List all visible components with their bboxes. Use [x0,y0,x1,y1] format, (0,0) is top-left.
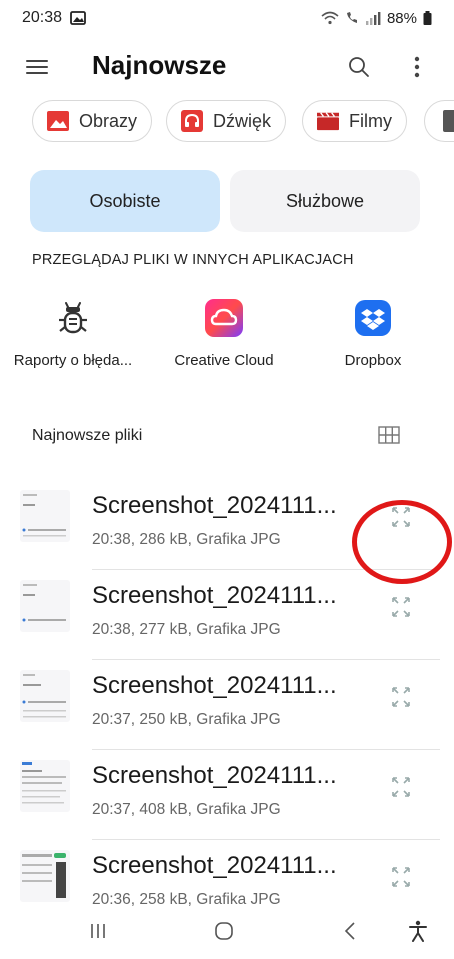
file-meta: 20:37, 408 kB, Grafika JPG [92,801,281,818]
accessibility-icon [409,920,427,942]
browse-section-title: PRZEGLĄDAJ PLIKI W INNYCH APLIKACJACH [32,252,354,268]
file-name: Screenshot_2024111... [92,672,337,699]
recent-files-title: Najnowsze pliki [32,427,143,444]
app-bar: Najnowsze [0,40,454,96]
app-creative-cloud[interactable]: Creative Cloud [149,292,299,382]
chip-audio[interactable]: Dźwięk [166,100,287,142]
clapperboard-icon [317,110,339,132]
app-label: Raporty o błęda... [13,352,133,369]
file-row[interactable]: Screenshot_2024111... 20:37, 250 kB, Gra… [0,660,454,750]
expand-button[interactable] [386,592,416,622]
status-time: 20:38 [22,9,63,26]
accessibility-button[interactable] [398,916,438,946]
file-thumbnail [20,850,70,902]
app-label: Creative Cloud [174,352,274,369]
file-name: Screenshot_2024111... [92,762,337,789]
call-icon [345,11,359,25]
expand-button[interactable] [386,502,416,532]
wifi-icon [321,11,339,25]
hamburger-icon [26,60,48,74]
grid-view-button[interactable] [376,424,402,446]
file-row[interactable]: Screenshot_2024111... 20:38, 277 kB, Gra… [0,570,454,660]
signal-icon [365,11,381,25]
file-thumbnail [20,490,70,542]
status-right: 88% [321,10,432,27]
storage-tabs: Osobiste Służbowe [30,170,422,232]
expand-icon [392,777,410,797]
expand-button[interactable] [386,772,416,802]
status-left: 20:38 [22,9,86,27]
search-icon [349,57,369,77]
back-button[interactable] [330,916,370,946]
chip-label: Dźwięk [213,110,272,131]
expand-icon [392,597,410,617]
file-meta: 20:38, 286 kB, Grafika JPG [92,531,281,548]
document-icon [439,110,454,132]
chip-more[interactable] [424,100,454,142]
back-icon [344,922,355,940]
app-label: Dropbox [344,352,402,369]
expand-icon [392,867,410,887]
battery-level: 88% [386,9,417,27]
home-button[interactable] [204,916,244,946]
expand-button[interactable] [386,862,416,892]
bug-icon [53,298,93,338]
chip-label: Filmy [349,110,392,131]
dropbox-icon [353,298,393,338]
chip-images[interactable]: Obrazy [32,100,153,142]
tab-work[interactable]: Służbowe [230,170,420,232]
tab-label: Osobiste [89,190,161,211]
page-title: Najnowsze [92,50,227,80]
more-vert-icon [414,56,420,78]
search-button[interactable] [344,52,374,82]
file-row[interactable]: Screenshot_2024111... 20:38, 286 kB, Gra… [0,480,454,570]
expand-button[interactable] [386,682,416,712]
file-thumbnail [20,670,70,722]
app-bug-reports[interactable]: Raporty o błęda... [0,292,148,382]
file-meta: 20:37, 250 kB, Grafika JPG [92,711,281,728]
image-icon [47,110,69,132]
creative-cloud-icon [204,298,244,338]
category-chips: Obrazy Dźwięk Filmy [0,100,454,146]
file-thumbnail [20,760,70,812]
chip-label: Obrazy [79,110,138,131]
file-thumbnail [20,580,70,632]
home-icon [215,922,233,940]
file-name: Screenshot_2024111... [92,582,337,609]
status-bar: 20:38 88% [0,0,454,36]
more-options-button[interactable] [402,52,432,82]
chip-videos[interactable]: Filmy [302,100,407,142]
expand-icon [392,507,410,527]
grid-icon [378,426,400,444]
headphones-icon [181,110,203,132]
file-meta: 20:38, 277 kB, Grafika JPG [92,621,281,638]
app-dropbox[interactable]: Dropbox [298,292,448,382]
gallery-notification-icon [70,11,86,25]
recent-apps-icon [91,924,105,938]
expand-icon [392,687,410,707]
recent-apps-button[interactable] [78,916,118,946]
tab-personal[interactable]: Osobiste [30,170,220,232]
other-apps: Raporty o błęda... Creative Cloud Dropbo… [0,292,454,382]
tab-label: Służbowe [285,190,365,211]
file-row[interactable]: Screenshot_2024111... 20:37, 408 kB, Gra… [0,750,454,840]
menu-button[interactable] [22,52,52,82]
file-name: Screenshot_2024111... [92,852,337,879]
navigation-bar [0,906,454,959]
battery-icon [423,11,432,25]
file-name: Screenshot_2024111... [92,492,337,519]
